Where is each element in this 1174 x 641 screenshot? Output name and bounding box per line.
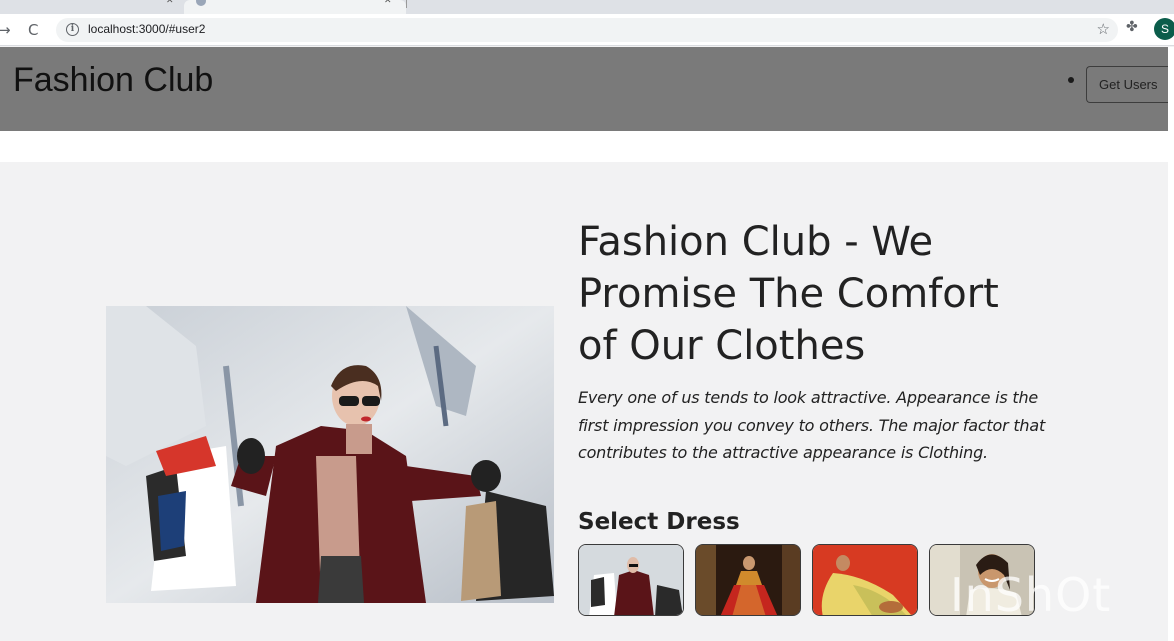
nav-bullet [1068,77,1074,83]
get-users-button[interactable]: Get Users [1086,66,1168,103]
browser-tab-second[interactable]: ✕ [184,0,406,14]
hero-description: Every one of us tends to look attractive… [578,388,1046,462]
browser-tab-active[interactable]: ✕ [0,0,180,14]
tab-close-icon[interactable]: ✕ [166,0,174,6]
select-dress-title: Select Dress [578,509,740,535]
info-icon[interactable]: i [66,23,79,36]
tab-separator [406,0,407,8]
browser-tab-strip: ✕ ✕ [0,0,1174,14]
thumbnail-yellow-saree[interactable] [812,544,918,616]
address-url: localhost:3000/#user2 [88,22,206,36]
forward-arrow-icon[interactable]: → [0,20,11,40]
site-navbar: Fashion Club Get Users [0,47,1168,131]
inshot-watermark: InShOt [950,568,1112,622]
bookmark-star-icon[interactable]: ☆ [1097,20,1110,38]
tab-close-icon[interactable]: ✕ [384,0,392,6]
address-bar[interactable]: i localhost:3000/#user2 ☆ [56,18,1118,42]
browser-toolbar: → C i localhost:3000/#user2 ☆ [0,14,1174,46]
header-spacer [0,131,1168,162]
hero-headline: Fashion Club - We Promise The Comfort of… [578,219,999,369]
page-edge [1168,47,1174,641]
reload-icon[interactable]: C [28,20,38,40]
thumbnail-shopping-bags[interactable] [578,544,684,616]
brand-logo[interactable]: Fashion Club [13,61,213,100]
profile-avatar[interactable]: S [1154,18,1174,40]
hero-image [106,306,554,603]
thumbnail-red-dress[interactable] [695,544,801,616]
extensions-puzzle-icon[interactable]: ✤ [1126,19,1138,35]
